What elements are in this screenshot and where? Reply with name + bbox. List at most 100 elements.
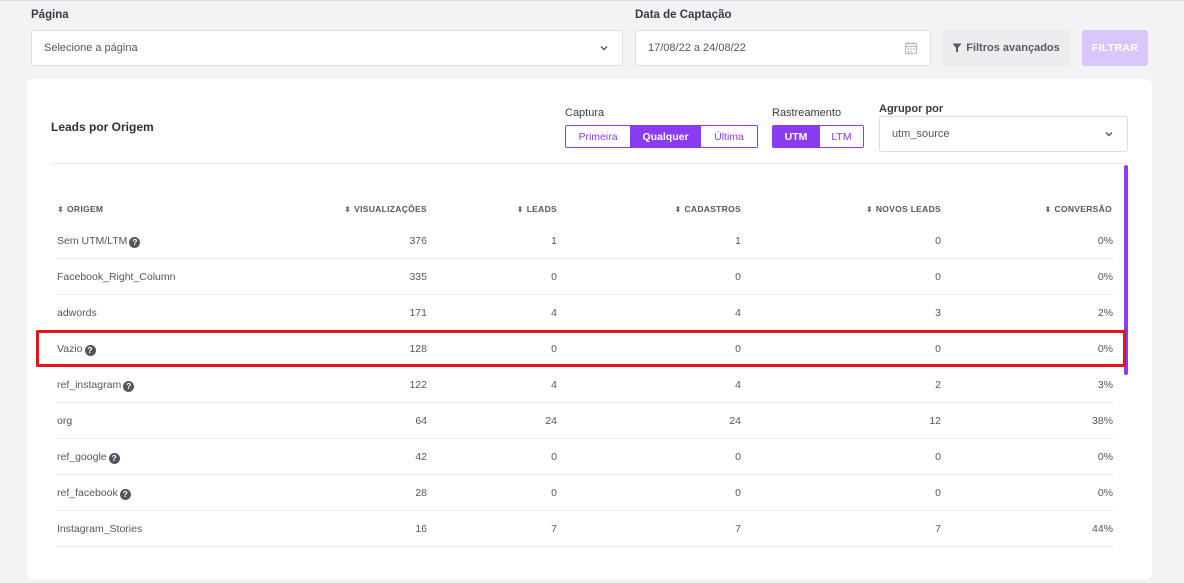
- table-row[interactable]: ref_google? 42 0 0 0 0%: [57, 439, 1113, 475]
- chevron-down-icon: [1105, 132, 1113, 137]
- cell-visualizacoes: 122: [409, 367, 427, 403]
- cell-cadastros: 0: [735, 331, 741, 367]
- cell-text: 4: [551, 307, 557, 319]
- advanced-filters-label: Filtros avançados: [966, 42, 1060, 54]
- help-icon[interactable]: ?: [119, 489, 131, 500]
- cell-leads: 4: [551, 295, 557, 331]
- cell-text: 0%: [1097, 235, 1113, 247]
- filter-submit-button[interactable]: FILTRAR: [1082, 30, 1148, 66]
- cell-text: 128: [409, 343, 427, 355]
- cell-text: 64: [415, 415, 427, 427]
- sort-icon: ⬍: [1044, 205, 1052, 214]
- cell-visualizacoes: 16: [415, 511, 427, 547]
- cell-text: 0%: [1097, 343, 1113, 355]
- advanced-filters-button[interactable]: Filtros avançados: [942, 30, 1070, 66]
- cell-leads: 0: [551, 331, 557, 367]
- column-header-novos-leads[interactable]: ⬍ NOVOS LEADS: [866, 204, 941, 214]
- cell-leads: 4: [551, 367, 557, 403]
- cell-visualizacoes: 171: [409, 295, 427, 331]
- cell-text: 0%: [1097, 487, 1113, 499]
- column-header-label: CADASTROS: [684, 204, 741, 214]
- page-select[interactable]: Selecione a página: [31, 30, 623, 66]
- cell-text: 0: [551, 451, 557, 463]
- leads-by-origin-card: Leads por Origem Captura Primeira Qualqu…: [27, 79, 1152, 579]
- table-scrollbar[interactable]: [1124, 165, 1128, 375]
- captura-option-ultima[interactable]: Última: [701, 126, 757, 147]
- column-header-label: VISUALIZAÇÕES: [354, 204, 427, 214]
- column-header-label: CONVERSÃO: [1054, 204, 1112, 214]
- cell-origem: Sem UTM/LTM?: [57, 223, 141, 259]
- chevron-down-icon: [600, 46, 608, 51]
- column-header-leads[interactable]: ⬍ LEADS: [517, 204, 557, 214]
- cell-novos-leads: 0: [935, 223, 941, 259]
- captura-option-qualquer[interactable]: Qualquer: [631, 126, 701, 147]
- cell-text: 38%: [1091, 415, 1113, 427]
- cell-leads: 1: [551, 223, 557, 259]
- cell-text: 0%: [1097, 451, 1113, 463]
- cell-text: adwords: [57, 307, 97, 319]
- date-range-value: 17/08/22 a 24/08/22: [648, 42, 746, 54]
- help-icon[interactable]: ?: [108, 453, 120, 464]
- calendar-icon[interactable]: [904, 41, 918, 55]
- cell-novos-leads: 2: [935, 367, 941, 403]
- cell-text: 3: [935, 307, 941, 319]
- card-title: Leads por Origem: [51, 120, 154, 134]
- table-row[interactable]: Sem UTM/LTM? 376 1 1 0 0%: [57, 223, 1113, 259]
- page-select-placeholder: Selecione a página: [44, 42, 138, 54]
- help-icon[interactable]: ?: [123, 381, 135, 392]
- captura-option-primeira[interactable]: Primeira: [566, 126, 631, 147]
- column-header-conversao[interactable]: ⬍ CONVERSÃO: [1044, 204, 1112, 214]
- cell-text: 0: [735, 487, 741, 499]
- cell-cadastros: 24: [729, 403, 741, 439]
- help-icon[interactable]: ?: [129, 237, 141, 248]
- cell-cadastros: 1: [735, 223, 741, 259]
- table-row[interactable]: ref_instagram? 122 4 4 2 3%: [57, 367, 1113, 403]
- cell-text: ref_instagram: [57, 379, 122, 391]
- cell-text: 16: [415, 523, 427, 535]
- cell-novos-leads: 0: [935, 331, 941, 367]
- cell-origem: ref_google?: [57, 439, 120, 475]
- cell-novos-leads: 0: [935, 475, 941, 511]
- help-icon[interactable]: ?: [84, 345, 96, 356]
- cell-origem: adwords: [57, 295, 97, 331]
- cell-text: 28: [415, 487, 427, 499]
- cell-cadastros: 0: [735, 259, 741, 295]
- cell-text: org: [57, 415, 73, 427]
- column-header-label: LEADS: [526, 204, 557, 214]
- group-by-select[interactable]: utm_source: [879, 116, 1128, 152]
- cell-text: 0: [735, 451, 741, 463]
- cell-text: Vazio: [57, 343, 83, 355]
- cell-text: 0: [735, 343, 741, 355]
- date-range-input[interactable]: 17/08/22 a 24/08/22: [635, 30, 931, 66]
- cell-text: 4: [735, 307, 741, 319]
- cell-visualizacoes: 64: [415, 403, 427, 439]
- column-header-origem[interactable]: ⬍ ORIGEM: [57, 204, 103, 214]
- cell-text: 376: [409, 235, 427, 247]
- captura-toggle: Primeira Qualquer Última: [565, 125, 758, 148]
- cell-text: 12: [929, 415, 941, 427]
- cell-visualizacoes: 376: [409, 223, 427, 259]
- rastreamento-option-ltm[interactable]: LTM: [820, 126, 863, 147]
- group-by-value: utm_source: [892, 128, 950, 140]
- table-row[interactable]: org 64 24 24 12 38%: [57, 403, 1113, 439]
- table-row[interactable]: ref_facebook? 28 0 0 0 0%: [57, 475, 1113, 511]
- cell-text: 122: [409, 379, 427, 391]
- table-row[interactable]: Instagram_Stories 16 7 7 7 44%: [57, 511, 1113, 547]
- column-header-label: NOVOS LEADS: [875, 204, 941, 214]
- rastreamento-option-utm[interactable]: UTM: [773, 126, 820, 147]
- column-header-label: ORIGEM: [67, 204, 104, 214]
- column-header-visualizacoes[interactable]: ⬍ VISUALIZAÇÕES: [344, 204, 427, 214]
- column-header-cadastros[interactable]: ⬍ CADASTROS: [674, 204, 741, 214]
- cell-conversao: 44%: [1092, 511, 1113, 547]
- sort-icon: ⬍: [57, 205, 65, 214]
- cell-text: 1: [735, 235, 741, 247]
- group-by-label: Agrupor por: [879, 103, 944, 115]
- table-row[interactable]: adwords 171 4 4 3 2%: [57, 295, 1113, 331]
- table-row[interactable]: Vazio? 128 0 0 0 0%: [57, 331, 1113, 367]
- rastreamento-label: Rastreamento: [772, 107, 842, 119]
- cell-text: 0: [735, 271, 741, 283]
- cell-text: 0: [935, 343, 941, 355]
- page-filter-label: Página: [31, 9, 69, 21]
- cell-novos-leads: 3: [935, 295, 941, 331]
- table-row[interactable]: Facebook_Right_Column 335 0 0 0 0%: [57, 259, 1113, 295]
